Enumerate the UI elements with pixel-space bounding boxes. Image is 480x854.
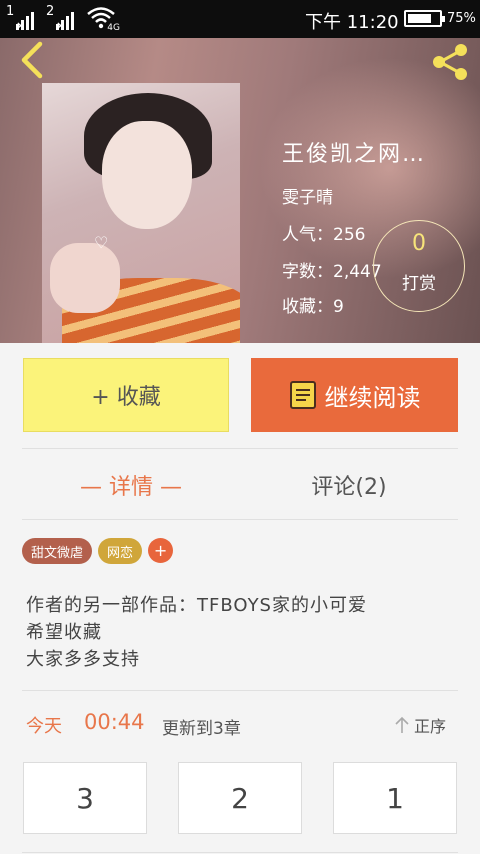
continue-reading-button[interactable]: 继续阅读 xyxy=(251,358,458,432)
book-header: ♡ 王俊凯之网… 雯子晴 人气：256 字数：2,447 收藏：9 0 打赏 xyxy=(0,38,480,343)
add-tag-button[interactable]: + xyxy=(148,538,174,563)
sim1-signal-icon: 1 × xyxy=(6,4,36,32)
tag-chip[interactable]: 甜文微虐 xyxy=(22,538,93,564)
description-line: 希望收藏 xyxy=(26,622,102,643)
sim2-signal-icon: 2 × xyxy=(46,4,76,32)
battery-percent: 75% xyxy=(447,11,476,26)
divider xyxy=(22,852,458,853)
word-count-stat: 字数：2,447 xyxy=(282,262,382,282)
update-day: 今天 xyxy=(26,716,62,737)
status-time: 下午 11:20 xyxy=(305,12,399,33)
update-time: 00:44 xyxy=(84,710,145,734)
book-cover-image[interactable]: ♡ xyxy=(42,83,240,343)
chevron-left-icon xyxy=(21,41,43,79)
tag-chip[interactable]: 网恋 xyxy=(98,538,143,564)
arrow-up-icon xyxy=(395,716,409,733)
heart-icon: ♡ xyxy=(94,233,109,252)
book-title: 王俊凯之网… xyxy=(282,142,427,167)
status-bar: 1 × 2 × 4G 下午 11:20 75% xyxy=(0,0,480,38)
popularity-stat: 人气：256 xyxy=(282,225,366,245)
reward-button[interactable]: 0 打赏 xyxy=(373,220,465,312)
reward-label: 打赏 xyxy=(402,274,436,294)
favorite-label: + 收藏 xyxy=(91,385,161,410)
book-author[interactable]: 雯子晴 xyxy=(282,183,333,208)
tab-detail[interactable]: — 详情 — xyxy=(22,449,240,521)
sort-order-button[interactable]: 正序 xyxy=(394,713,446,737)
detail-tabs: — 详情 — 评论(2) xyxy=(22,448,458,520)
sort-order-label: 正序 xyxy=(414,717,447,736)
description-line: 大家多多支持 xyxy=(26,649,140,670)
reward-count: 0 xyxy=(412,231,426,256)
update-text: 更新到3章 xyxy=(162,719,241,739)
back-button[interactable] xyxy=(12,38,48,82)
divider xyxy=(22,690,458,691)
continue-reading-label: 继续阅读 xyxy=(324,383,421,412)
share-button[interactable] xyxy=(428,42,472,82)
tag-list: 甜文微虐 网恋 + xyxy=(22,538,174,564)
book-icon xyxy=(289,381,316,409)
share-icon xyxy=(433,44,467,80)
battery-icon xyxy=(404,10,445,27)
chapter-button[interactable]: 2 xyxy=(178,762,302,834)
book-description: 作者的另一部作品：TFBOYS家的小可爱 希望收藏 大家多多支持 xyxy=(26,592,367,673)
wifi-icon: 4G xyxy=(86,6,120,33)
favorites-stat: 收藏：9 xyxy=(282,297,344,317)
network-type: 4G xyxy=(107,23,120,33)
chapter-button[interactable]: 1 xyxy=(333,762,457,834)
tab-comments[interactable]: 评论(2) xyxy=(240,449,458,521)
favorite-button[interactable]: + 收藏 xyxy=(23,358,229,432)
chapter-button[interactable]: 3 xyxy=(23,762,147,834)
description-line: 作者的另一部作品：TFBOYS家的小可爱 xyxy=(26,595,367,616)
